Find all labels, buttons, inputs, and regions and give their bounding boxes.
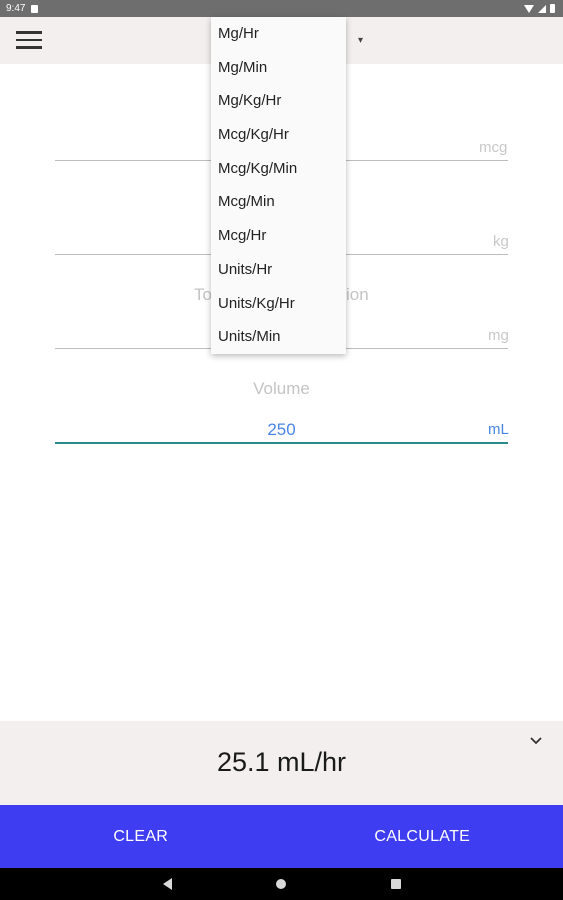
status-icons [524, 4, 555, 13]
app-screen: 9:47 ▾ mcg kg To ion mg Volume 250 mL Mg… [0, 0, 563, 900]
dropdown-item[interactable]: Units/Min [211, 320, 346, 354]
volume-field-underline[interactable] [55, 442, 508, 444]
volume-unit: mL [488, 421, 509, 438]
back-icon[interactable] [163, 878, 172, 890]
clear-button[interactable]: CLEAR [0, 805, 282, 868]
dropdown-item[interactable]: Mg/Min [211, 51, 346, 85]
wifi-icon [524, 4, 534, 13]
total-label-left: To [194, 285, 212, 304]
unit-dropdown-menu: Mg/Hr Mg/Min Mg/Kg/Hr Mcg/Kg/Hr Mcg/Kg/M… [211, 17, 346, 354]
signal-icon [538, 4, 546, 13]
dropdown-item[interactable]: Mcg/Min [211, 185, 346, 219]
weight-unit: kg [493, 233, 509, 250]
dropdown-item[interactable]: Units/Kg/Hr [211, 287, 346, 321]
chevron-down-icon[interactable] [529, 733, 543, 747]
battery-icon [550, 4, 555, 13]
total-label-right: ion [346, 285, 369, 304]
dropdown-item[interactable]: Mg/Kg/Hr [211, 84, 346, 118]
system-nav-bar [0, 868, 563, 900]
dropdown-item[interactable]: Mcg/Kg/Min [211, 152, 346, 186]
total-unit: mg [488, 327, 509, 344]
dropdown-item[interactable]: Units/Hr [211, 253, 346, 287]
dose-unit: mcg [479, 139, 508, 156]
recents-icon[interactable] [391, 879, 401, 889]
volume-label: Volume [253, 379, 310, 398]
dropdown-item[interactable]: Mcg/Kg/Hr [211, 118, 346, 152]
dropdown-caret-icon[interactable]: ▾ [358, 35, 363, 46]
status-bar: 9:47 [0, 0, 563, 17]
calculate-button[interactable]: CALCULATE [282, 805, 563, 868]
action-button-bar: CLEAR CALCULATE [0, 805, 563, 868]
result-panel: 25.1 mL/hr [0, 721, 563, 805]
hamburger-menu-icon[interactable] [16, 31, 42, 51]
dropdown-item[interactable]: Mg/Hr [211, 17, 346, 51]
volume-input[interactable]: 250 [55, 420, 508, 440]
result-value: 25.1 mL/hr [216, 747, 347, 777]
sd-card-icon [31, 4, 39, 13]
home-icon[interactable] [276, 879, 286, 889]
dropdown-item[interactable]: Mcg/Hr [211, 219, 346, 253]
status-time: 9:47 [6, 3, 26, 14]
